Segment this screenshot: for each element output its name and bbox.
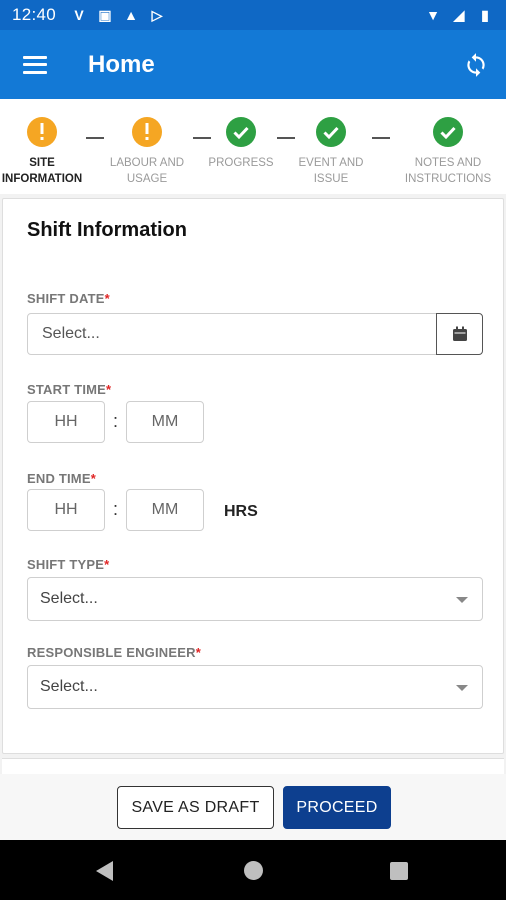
status-bar: 12:40 V ▣ ▲ ▷ ▼ ◢ ▮ [0, 0, 506, 30]
proceed-button[interactable]: PROCEED [283, 786, 391, 829]
menu-button[interactable] [0, 30, 70, 99]
step-connector [193, 137, 211, 139]
dropdown-arrow-icon [456, 597, 468, 603]
sync-button[interactable] [446, 30, 506, 99]
shift-date-label: SHIFT DATE* [27, 291, 110, 306]
shift-information-card: Shift Information SHIFT DATE* Select... … [2, 198, 504, 754]
end-time-minutes-input[interactable]: MM [126, 489, 204, 531]
back-icon[interactable] [96, 861, 113, 881]
step-connector [277, 137, 295, 139]
home-icon[interactable] [244, 861, 263, 880]
shift-date-input[interactable]: Select... [27, 313, 439, 355]
step-connector [372, 137, 390, 139]
check-status-icon [433, 117, 463, 147]
sim-alert-icon: ▣ [98, 6, 112, 23]
play-store-icon: ▷ [151, 6, 163, 23]
warning-status-icon [27, 117, 57, 147]
hours-suffix: HRS [224, 503, 258, 520]
step-site-information[interactable]: SITE INFORMATION [0, 117, 97, 187]
calendar-button[interactable] [436, 313, 483, 355]
start-time-label: START TIME* [27, 382, 112, 397]
warning-status-icon [132, 117, 162, 147]
dropdown-arrow-icon [456, 685, 468, 691]
status-left-icons: V ▣ ▲ ▷ [70, 7, 166, 24]
responsible-engineer-select[interactable]: Select... [27, 665, 483, 709]
time-separator: : [113, 411, 119, 431]
end-time-hours-input[interactable]: HH [27, 489, 105, 531]
start-time-hours-input[interactable]: HH [27, 401, 105, 443]
battery-icon: ▮ [481, 6, 489, 23]
responsible-engineer-label: RESPONSIBLE ENGINEER* [27, 645, 201, 660]
signal-icon: ◢ [453, 6, 465, 23]
step-label: SITE INFORMATION [1, 157, 83, 185]
check-status-icon [316, 117, 346, 147]
calendar-icon [452, 326, 467, 341]
progress-stepper: SITE INFORMATION LABOUR AND USAGE PROGRE… [0, 99, 506, 194]
step-event-and-issue[interactable]: EVENT AND ISSUE [276, 117, 386, 187]
time-separator: : [113, 499, 119, 519]
v-icon: V [74, 7, 84, 23]
check-status-icon [226, 117, 256, 147]
status-right-icons: ▼ ◢ ▮ [424, 7, 494, 24]
warning-icon: ▲ [124, 7, 138, 23]
action-bar: SAVE AS DRAFT PROCEED [0, 774, 506, 840]
shift-type-select[interactable]: Select... [27, 577, 483, 621]
card-title: Shift Information [27, 219, 187, 241]
end-time-label: END TIME* [27, 471, 96, 486]
save-as-draft-button[interactable]: SAVE AS DRAFT [117, 786, 274, 829]
shift-type-label: SHIFT TYPE* [27, 557, 110, 572]
wifi-icon: ▼ [426, 7, 440, 23]
step-connector [86, 137, 104, 139]
status-time: 12:40 [12, 5, 57, 24]
step-label: NOTES AND INSTRUCTIONS [404, 157, 492, 185]
step-label: EVENT AND ISSUE [298, 157, 364, 185]
step-notes-and-instructions[interactable]: NOTES AND INSTRUCTIONS [393, 117, 503, 187]
page-title: Home [88, 50, 155, 78]
hamburger-icon [23, 55, 47, 74]
recent-apps-icon[interactable] [390, 862, 408, 880]
sync-icon [467, 52, 485, 77]
app-bar: Home [0, 30, 506, 99]
start-time-minutes-input[interactable]: MM [126, 401, 204, 443]
system-nav-bar [0, 840, 506, 900]
